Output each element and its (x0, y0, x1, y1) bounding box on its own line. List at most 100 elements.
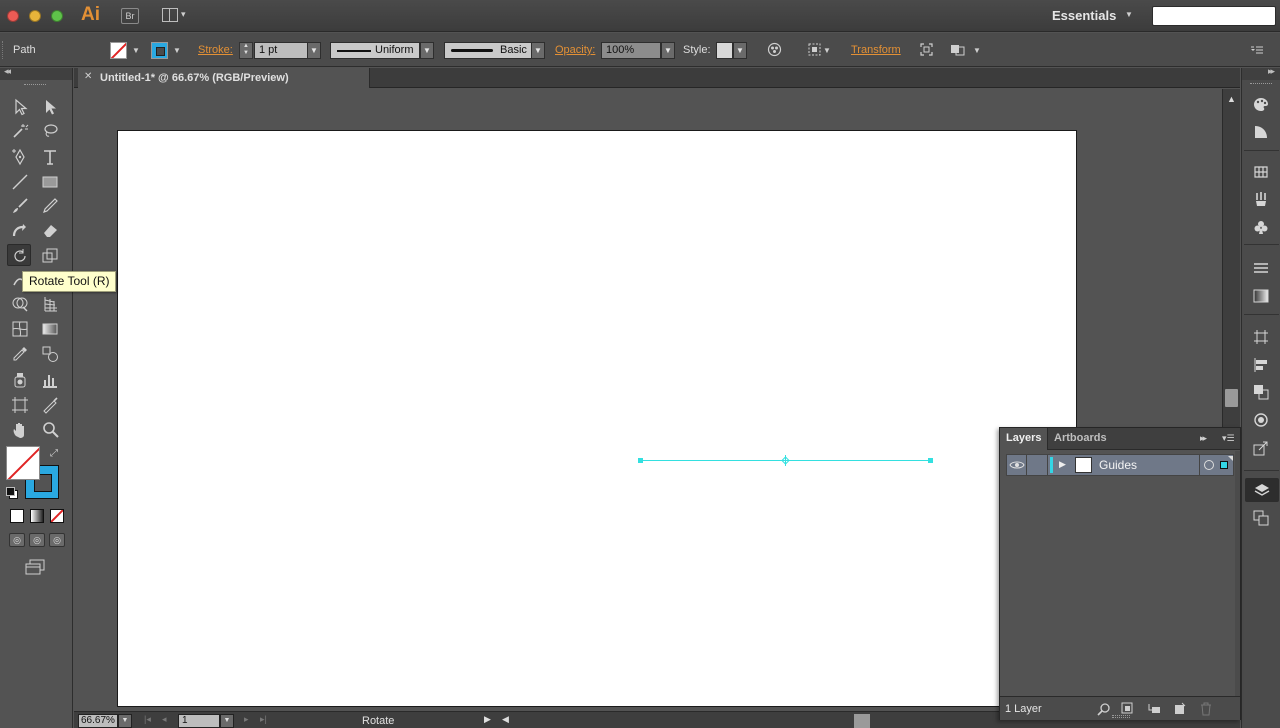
stroke-panel-link[interactable]: Stroke: (198, 44, 233, 56)
new-layer-button[interactable] (1172, 701, 1188, 717)
symbols-panel-icon[interactable] (1251, 217, 1271, 237)
lasso-tool-icon[interactable] (38, 120, 62, 142)
default-fill-stroke-icon[interactable] (6, 487, 18, 499)
chevron-down-icon[interactable]: ▼ (1125, 10, 1133, 19)
pencil-tool-icon[interactable] (38, 195, 62, 217)
chevron-down-icon[interactable]: ▼ (733, 42, 747, 59)
chevron-down-icon[interactable]: ▼ (823, 46, 831, 55)
tab-artboards[interactable]: Artboards (1048, 428, 1113, 450)
chevron-down-icon[interactable]: ▼ (173, 46, 181, 55)
scale-tool-icon[interactable] (38, 244, 62, 266)
layer-row[interactable]: ▶ Guides (1006, 454, 1234, 476)
symbol-sprayer-tool-icon[interactable] (8, 369, 32, 391)
anchor-point-end[interactable] (928, 458, 933, 463)
blob-brush-tool-icon[interactable] (8, 219, 32, 241)
workspace-switcher[interactable]: Essentials (1052, 8, 1116, 23)
chevron-down-icon[interactable]: ▼ (420, 42, 434, 59)
swatches-panel-icon[interactable] (1251, 162, 1271, 182)
pen-tool-icon[interactable] (8, 146, 32, 168)
scroll-left-arrow-icon[interactable]: ◀ (502, 714, 509, 725)
first-artboard-icon[interactable]: |◂ (144, 714, 151, 725)
none-mode-button[interactable] (50, 509, 64, 523)
expand-triangle-icon[interactable]: ▶ (1059, 459, 1066, 470)
zoom-dropdown[interactable]: ▼ (118, 714, 132, 728)
search-help-input[interactable] (1152, 6, 1276, 26)
artboards-panel-icon[interactable] (1251, 327, 1271, 347)
shape-builder-tool-icon[interactable] (8, 293, 32, 315)
variable-width-profile-select[interactable]: Uniform (330, 42, 420, 59)
slice-tool-icon[interactable] (38, 394, 62, 416)
align-to-selection-icon[interactable] (806, 42, 823, 59)
color-mode-button[interactable] (10, 509, 24, 523)
magic-wand-tool-icon[interactable] (8, 120, 32, 142)
chevron-down-icon[interactable]: ▼ (973, 46, 981, 55)
pathfinder-panel-icon[interactable] (1251, 382, 1271, 402)
gradient-tool-icon[interactable] (38, 318, 62, 340)
close-icon[interactable]: ✕ (84, 71, 92, 82)
stroke-panel-icon[interactable] (1251, 258, 1271, 278)
blend-tool-icon[interactable] (38, 343, 62, 365)
opacity-panel-link[interactable]: Opacity: (555, 44, 595, 56)
status-menu-arrow-icon[interactable]: ▶ (484, 714, 491, 725)
previous-artboard-icon[interactable]: ◂ (162, 714, 167, 725)
minimize-window-button[interactable] (29, 10, 41, 22)
artboard-dropdown[interactable]: ▼ (220, 714, 234, 728)
chevron-down-icon[interactable]: ▼ (661, 42, 675, 59)
tab-layers[interactable]: Layers (1000, 428, 1049, 450)
transform-panel-link[interactable]: Transform (851, 44, 901, 56)
rotate-tool-icon[interactable] (7, 244, 31, 266)
layers-scrollbar[interactable] (1235, 451, 1240, 696)
zoom-window-button[interactable] (51, 10, 63, 22)
new-sublayer-button[interactable] (1146, 701, 1162, 717)
panel-grip[interactable] (1250, 83, 1272, 86)
chevron-down-icon[interactable]: ▼ (531, 42, 545, 59)
delete-layer-button[interactable] (1198, 701, 1214, 717)
lock-toggle[interactable] (1028, 455, 1048, 475)
eraser-tool-icon[interactable] (38, 219, 62, 241)
swap-fill-stroke-icon[interactable]: ⤢ (50, 448, 58, 459)
selection-indicator[interactable] (1220, 461, 1228, 469)
panel-resize-handle[interactable] (1112, 715, 1130, 718)
column-graph-tool-icon[interactable] (38, 369, 62, 391)
visibility-toggle[interactable] (1007, 455, 1027, 475)
recolor-artwork-icon[interactable] (766, 42, 783, 59)
tools-panel-header[interactable]: ◂◂ (0, 66, 72, 80)
graphic-style-swatch[interactable] (716, 42, 733, 59)
direct-selection-tool-icon[interactable] (38, 96, 62, 118)
align-panel-icon[interactable] (1251, 355, 1271, 375)
draw-normal-icon[interactable]: ◎ (9, 533, 25, 547)
locate-object-button[interactable] (1096, 701, 1112, 717)
layers-panel-icon[interactable] (1245, 478, 1279, 502)
panel-menu-icon[interactable]: ▾☰ (1222, 433, 1235, 444)
panel-menu-icon[interactable] (1248, 42, 1265, 59)
stroke-weight-stepper[interactable]: ▲ ▼ (239, 42, 253, 59)
fill-color-swatch[interactable] (110, 42, 127, 59)
chevron-down-icon[interactable]: ▼ (132, 46, 140, 55)
line-segment-tool-icon[interactable] (8, 171, 32, 193)
panel-grip[interactable] (24, 84, 46, 87)
draw-behind-icon[interactable]: ◎ (29, 533, 45, 547)
anchor-point-start[interactable] (638, 458, 643, 463)
rectangle-tool-icon[interactable] (38, 171, 62, 193)
isolate-selected-object-icon[interactable] (918, 42, 935, 59)
artboard-number-field[interactable]: 1 (178, 714, 220, 728)
expand-double-chevron-icon[interactable]: ▸▸ (1268, 66, 1275, 77)
stroke-color-swatch[interactable] (151, 42, 168, 59)
brushes-panel-icon[interactable] (1251, 189, 1271, 209)
artboard[interactable] (117, 130, 1077, 707)
arrange-documents-icon[interactable] (162, 8, 178, 22)
stroke-weight-dropdown[interactable]: ▼ (307, 42, 321, 59)
layer-name[interactable]: Guides (1099, 458, 1137, 472)
current-tool-status[interactable]: Rotate (362, 715, 394, 727)
next-artboard-icon[interactable]: ▸ (244, 714, 249, 725)
panel-grip[interactable] (2, 41, 5, 59)
perspective-grid-tool-icon[interactable] (38, 293, 62, 315)
hand-tool-icon[interactable] (8, 418, 32, 440)
fill-swatch-large[interactable] (6, 446, 40, 480)
draw-inside-icon[interactable]: ◎ (49, 533, 65, 547)
artboards-list-panel-icon[interactable] (1251, 508, 1271, 528)
target-circle-icon[interactable] (1204, 460, 1214, 470)
opacity-field[interactable]: 100% (601, 42, 661, 59)
selection-tool-icon[interactable] (8, 96, 32, 118)
stroke-weight-field[interactable]: 1 pt (254, 42, 308, 59)
